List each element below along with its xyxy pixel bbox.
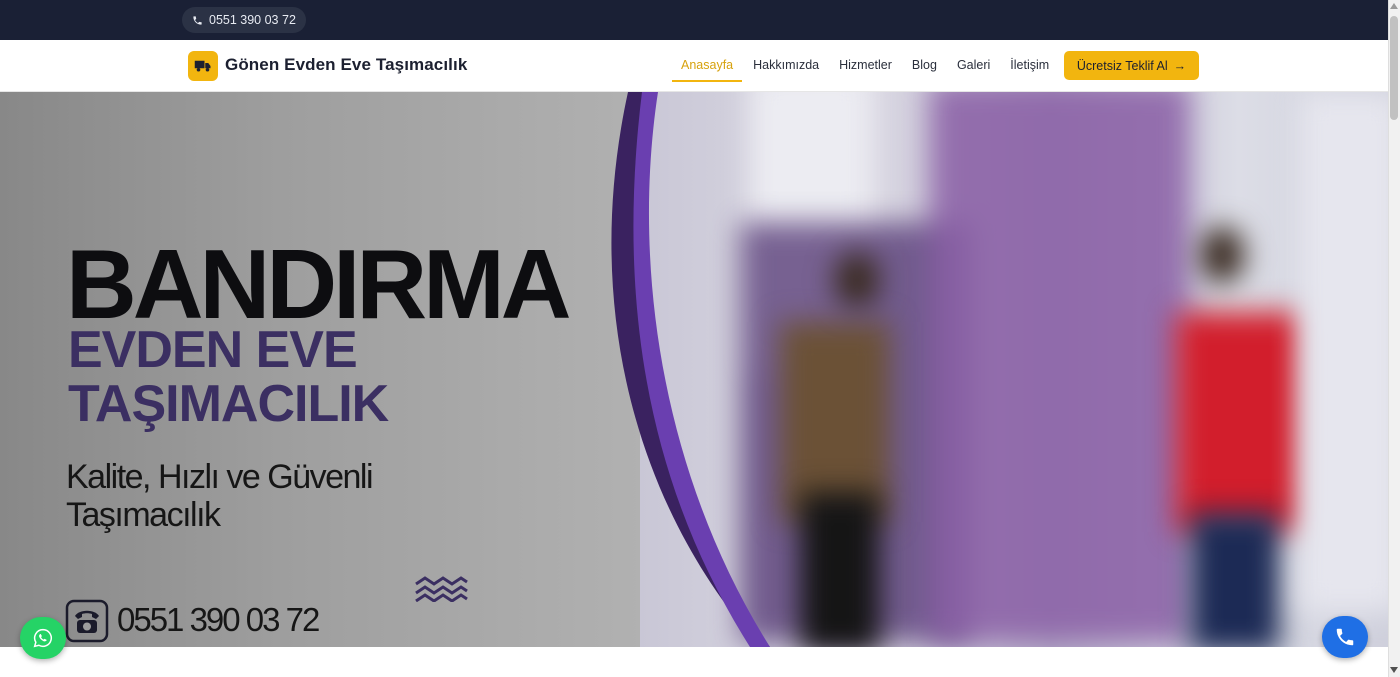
telephone-icon — [65, 599, 109, 643]
top-bar: 0551 390 03 72 — [0, 0, 1388, 40]
nav-item-anasayfa[interactable]: Anasayfa — [672, 52, 743, 82]
scroll-up-icon[interactable] — [1390, 3, 1398, 9]
nav-item-hizmetler[interactable]: Hizmetler — [830, 52, 901, 82]
brand-name[interactable]: Gönen Evden Eve Taşımacılık — [225, 55, 467, 75]
whatsapp-button[interactable] — [20, 617, 66, 659]
logo[interactable] — [188, 51, 218, 81]
top-phone-link[interactable]: 0551 390 03 72 — [182, 7, 306, 33]
arrow-right-icon: → — [1173, 58, 1187, 73]
truck-icon — [194, 60, 211, 72]
hero-subtitle-line2: TAŞIMACILIK — [68, 375, 389, 433]
hero-banner: BANDIRMA EVDEN EVE TAŞIMACILIK Kalite, H… — [0, 92, 1388, 647]
hero-title: BANDIRMA — [66, 229, 571, 339]
waves-icon — [415, 576, 468, 602]
hero-tagline-line1: Kalite, Hızlı ve Güvenli — [66, 458, 374, 496]
top-phone-number: 0551 390 03 72 — [209, 13, 296, 27]
phone-icon — [193, 15, 202, 25]
hero-subtitle-line1: EVDEN EVE — [68, 321, 358, 379]
hero-subtitle: EVDEN EVE TAŞIMACILIK — [68, 321, 389, 433]
nav-item-galeri[interactable]: Galeri — [948, 52, 999, 82]
free-quote-label: Ücretsiz Teklif Al — [1076, 58, 1168, 73]
nav-item-blog[interactable]: Blog — [903, 52, 946, 82]
purple-curve-decoration — [611, 92, 770, 647]
nav-item-hakkimizda[interactable]: Hakkımızda — [744, 52, 828, 82]
main-nav: Anasayfa Hakkımızda Hizmetler Blog Galer… — [672, 52, 1060, 82]
hero-tagline: Kalite, Hızlı ve Güvenli Taşımacılık — [66, 458, 374, 534]
call-button[interactable] — [1322, 616, 1368, 658]
page-content-start — [0, 647, 1388, 677]
hero-phone-number[interactable]: 0551 390 03 72 — [117, 601, 320, 639]
call-icon — [1336, 628, 1354, 646]
whatsapp-icon — [33, 628, 52, 648]
hero-tagline-line2: Taşımacılık — [66, 496, 221, 534]
nav-item-iletisim[interactable]: İletişim — [1001, 52, 1058, 82]
scrollbar-thumb[interactable] — [1390, 16, 1398, 120]
scroll-down-icon[interactable] — [1390, 667, 1398, 673]
free-quote-button[interactable]: Ücretsiz Teklif Al → — [1064, 51, 1199, 80]
